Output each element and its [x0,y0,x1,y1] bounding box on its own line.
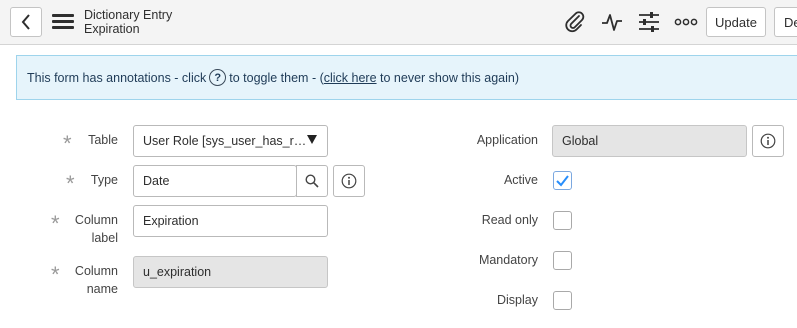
application-field: Global [552,125,747,157]
column-label-label-line2: label [91,231,118,245]
column-name-label-line1: Column [74,264,118,278]
application-label: Application [476,133,538,147]
type-label: Type [90,173,118,187]
read-only-label: Read only [481,213,538,227]
settings-icon[interactable] [637,10,661,34]
checkmark-icon [556,175,569,187]
info-icon [341,173,357,189]
form-header: Dictionary Entry Expiration Update De [0,0,797,45]
mandatory-label: Mandatory [478,253,538,267]
application-value: Global [562,134,599,148]
column-label-label-line1: Column [74,213,118,227]
banner-text-middle: to toggle them - ( [229,70,324,85]
mandatory-indicator-icon: * [66,171,75,196]
mandatory-indicator-icon: * [51,211,60,236]
application-info-button[interactable] [752,125,784,157]
type-input[interactable]: Date [133,165,297,197]
banner-text-before: This form has annotations - click [27,70,207,85]
active-checkbox[interactable] [553,171,572,190]
form-title: Dictionary Entry [84,8,173,22]
mandatory-indicator-icon: * [63,131,72,156]
banner-text-after: to never show this again) [380,70,519,85]
menu-icon[interactable] [52,14,74,30]
column-label-input[interactable]: Expiration [133,205,328,237]
help-toggle-icon[interactable]: ? [209,69,227,86]
column-name-input: u_expiration [133,256,328,288]
delete-button[interactable]: De [774,7,797,37]
mandatory-checkbox[interactable] [553,251,572,270]
column-name-label-line2: name [86,282,118,296]
annotation-banner: This form has annotations - click ? to t… [16,55,797,100]
mandatory-indicator-icon: * [51,262,60,287]
table-select[interactable]: User Role [sys_user_has_r… [133,125,328,157]
reference-lookup-button[interactable] [296,165,328,197]
type-value: Date [143,174,170,188]
read-only-checkbox[interactable] [553,211,572,230]
more-icon[interactable] [674,10,698,34]
search-icon [305,174,319,188]
active-label: Active [503,173,538,187]
type-info-button[interactable] [333,165,365,197]
update-button[interactable]: Update [706,7,766,37]
banner-hide-link[interactable]: click here [324,71,377,85]
activity-icon[interactable] [600,10,624,34]
form-subtitle: Expiration [84,22,140,36]
display-checkbox[interactable] [553,291,572,310]
column-name-value: u_expiration [143,265,212,279]
info-icon [760,133,776,149]
back-button[interactable] [10,7,42,37]
dropdown-arrow-icon [307,135,317,144]
table-label: Table [88,133,118,147]
back-icon [21,14,30,30]
display-label: Display [497,293,538,307]
attachment-icon[interactable] [563,10,587,34]
table-value: User Role [sys_user_has_r… [143,134,307,148]
column-label-value: Expiration [143,214,199,228]
